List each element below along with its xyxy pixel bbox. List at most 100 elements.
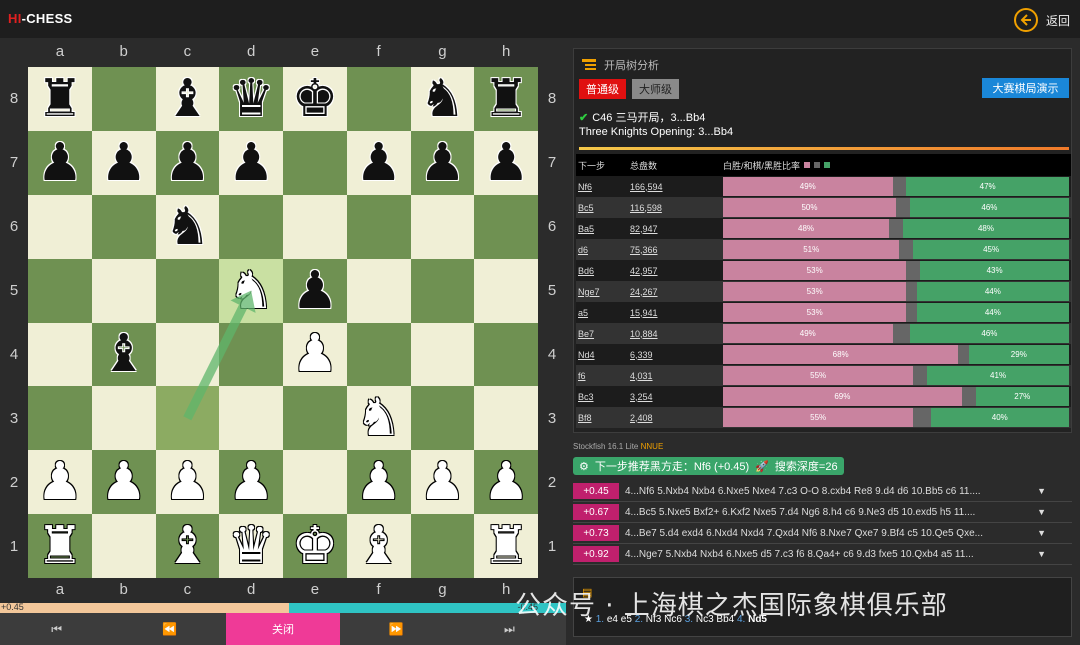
square-d8[interactable]: ♛ bbox=[219, 67, 283, 131]
table-row[interactable]: a5 15,941 53% 44% bbox=[576, 302, 1071, 323]
square-h8[interactable]: ♜ bbox=[474, 67, 538, 131]
square-c2[interactable]: ♟ bbox=[155, 450, 220, 515]
square-d3[interactable] bbox=[219, 386, 283, 451]
square-e2[interactable] bbox=[283, 450, 347, 515]
expand-caret-icon[interactable]: ▼ bbox=[1037, 507, 1046, 517]
move-cell[interactable]: Bc5 bbox=[576, 203, 630, 213]
black-pawn-icon[interactable]: ♟ bbox=[292, 265, 339, 317]
move-cell[interactable]: Nd4 bbox=[576, 350, 630, 360]
white-pawn-icon[interactable]: ♟ bbox=[100, 456, 147, 508]
white-queen-icon[interactable]: ♛ bbox=[228, 520, 275, 572]
white-king-icon[interactable]: ♚ bbox=[292, 520, 339, 572]
square-b7[interactable]: ♟ bbox=[91, 130, 156, 195]
square-a6[interactable] bbox=[28, 194, 92, 259]
move-cell[interactable]: f6 bbox=[576, 371, 630, 381]
table-row[interactable]: Nf6 166,594 49% 47% bbox=[576, 176, 1071, 197]
square-e6[interactable] bbox=[283, 194, 347, 259]
close-button[interactable]: 关闭 bbox=[226, 613, 340, 645]
square-f8[interactable] bbox=[346, 67, 411, 131]
square-b5[interactable] bbox=[91, 258, 156, 323]
move-cell[interactable]: Nge7 bbox=[576, 287, 630, 297]
white-pawn-icon[interactable]: ♟ bbox=[164, 456, 211, 508]
square-a8[interactable]: ♜ bbox=[28, 67, 92, 131]
square-g4[interactable] bbox=[410, 322, 475, 387]
white-bishop-icon[interactable]: ♝ bbox=[355, 520, 402, 572]
white-pawn-icon[interactable]: ♟ bbox=[37, 456, 84, 508]
black-bishop-icon[interactable]: ♝ bbox=[100, 328, 147, 380]
square-a7[interactable]: ♟ bbox=[28, 130, 92, 195]
square-b8[interactable] bbox=[91, 67, 156, 131]
white-pawn-icon[interactable]: ♟ bbox=[419, 456, 466, 508]
square-a2[interactable]: ♟ bbox=[28, 450, 92, 515]
square-f6[interactable] bbox=[346, 194, 411, 259]
square-f7[interactable]: ♟ bbox=[346, 130, 411, 195]
square-f1[interactable]: ♝ bbox=[346, 514, 411, 578]
square-d2[interactable]: ♟ bbox=[219, 450, 283, 515]
black-queen-icon[interactable]: ♛ bbox=[228, 73, 275, 125]
square-c8[interactable]: ♝ bbox=[155, 67, 220, 131]
table-row[interactable]: Bf8 2,408 55% 40% bbox=[576, 407, 1071, 428]
square-a3[interactable] bbox=[28, 386, 92, 451]
white-pawn-icon[interactable]: ♟ bbox=[355, 456, 402, 508]
square-g7[interactable]: ♟ bbox=[410, 130, 475, 195]
black-pawn-icon[interactable]: ♟ bbox=[164, 137, 211, 189]
square-b4[interactable]: ♝ bbox=[91, 322, 156, 387]
black-knight-icon[interactable]: ♞ bbox=[419, 73, 466, 125]
move-cell[interactable]: Be7 bbox=[576, 329, 630, 339]
square-f2[interactable]: ♟ bbox=[346, 450, 411, 515]
move-cell[interactable]: Bf8 bbox=[576, 413, 630, 423]
table-row[interactable]: Nd4 6,339 68% 29% bbox=[576, 344, 1071, 365]
square-b1[interactable] bbox=[91, 514, 156, 578]
expand-caret-icon[interactable]: ▼ bbox=[1037, 549, 1046, 559]
table-row[interactable]: Nge7 24,267 53% 44% bbox=[576, 281, 1071, 302]
square-f3[interactable]: ♞ bbox=[346, 386, 411, 451]
square-h1[interactable]: ♜ bbox=[474, 514, 538, 578]
square-b6[interactable] bbox=[91, 194, 156, 259]
expand-caret-icon[interactable]: ▼ bbox=[1037, 486, 1046, 496]
engine-line[interactable]: +0.67 4...Bc5 5.Nxe5 Bxf2+ 6.Kxf2 Nxe5 7.… bbox=[573, 503, 1072, 521]
white-pawn-icon[interactable]: ♟ bbox=[292, 328, 339, 380]
white-rook-icon[interactable]: ♜ bbox=[483, 520, 530, 572]
square-g8[interactable]: ♞ bbox=[410, 67, 475, 131]
table-row[interactable]: Bc3 3,254 69% 27% bbox=[576, 386, 1071, 407]
next-move-button[interactable]: ⏩ bbox=[340, 613, 453, 645]
white-pawn-icon[interactable]: ♟ bbox=[483, 456, 530, 508]
white-knight-icon[interactable]: ♞ bbox=[228, 265, 275, 317]
square-f4[interactable] bbox=[346, 322, 411, 387]
square-h2[interactable]: ♟ bbox=[474, 450, 538, 515]
engine-line[interactable]: +0.45 4...Nf6 5.Nxb4 Nxb4 6.Nxe5 Nxe4 7.c… bbox=[573, 482, 1072, 500]
square-d7[interactable]: ♟ bbox=[219, 130, 283, 195]
table-row[interactable]: Bc5 116,598 50% 46% bbox=[576, 197, 1071, 218]
prev-move-button[interactable]: ⏪ bbox=[113, 613, 226, 645]
square-h5[interactable] bbox=[474, 258, 538, 323]
square-c1[interactable]: ♝ bbox=[155, 514, 220, 578]
black-pawn-icon[interactable]: ♟ bbox=[419, 137, 466, 189]
level-master-button[interactable]: 大师级 bbox=[632, 79, 679, 99]
black-knight-icon[interactable]: ♞ bbox=[164, 201, 211, 253]
black-bishop-icon[interactable]: ♝ bbox=[164, 73, 211, 125]
square-g5[interactable] bbox=[410, 258, 475, 323]
square-c5[interactable] bbox=[155, 258, 220, 323]
move-cell[interactable]: d6 bbox=[576, 245, 630, 255]
black-rook-icon[interactable]: ♜ bbox=[37, 73, 84, 125]
white-knight-icon[interactable]: ♞ bbox=[355, 392, 402, 444]
square-e7[interactable] bbox=[283, 130, 347, 195]
square-d5[interactable]: ♞ bbox=[219, 258, 283, 323]
square-c7[interactable]: ♟ bbox=[155, 130, 220, 195]
square-h3[interactable] bbox=[474, 386, 538, 451]
square-a1[interactable]: ♜ bbox=[28, 514, 92, 578]
white-pawn-icon[interactable]: ♟ bbox=[228, 456, 275, 508]
square-h7[interactable]: ♟ bbox=[474, 130, 538, 195]
square-e3[interactable] bbox=[283, 386, 347, 451]
square-e4[interactable]: ♟ bbox=[283, 322, 347, 387]
square-g3[interactable] bbox=[410, 386, 475, 451]
table-row[interactable]: f6 4,031 55% 41% bbox=[576, 365, 1071, 386]
black-rook-icon[interactable]: ♜ bbox=[483, 73, 530, 125]
square-f5[interactable] bbox=[346, 258, 411, 323]
square-g2[interactable]: ♟ bbox=[410, 450, 475, 515]
square-g6[interactable] bbox=[410, 194, 475, 259]
square-a5[interactable] bbox=[28, 258, 92, 323]
square-c6[interactable]: ♞ bbox=[155, 194, 220, 259]
square-a4[interactable] bbox=[28, 322, 92, 387]
table-row[interactable]: Bd6 42,957 53% 43% bbox=[576, 260, 1071, 281]
